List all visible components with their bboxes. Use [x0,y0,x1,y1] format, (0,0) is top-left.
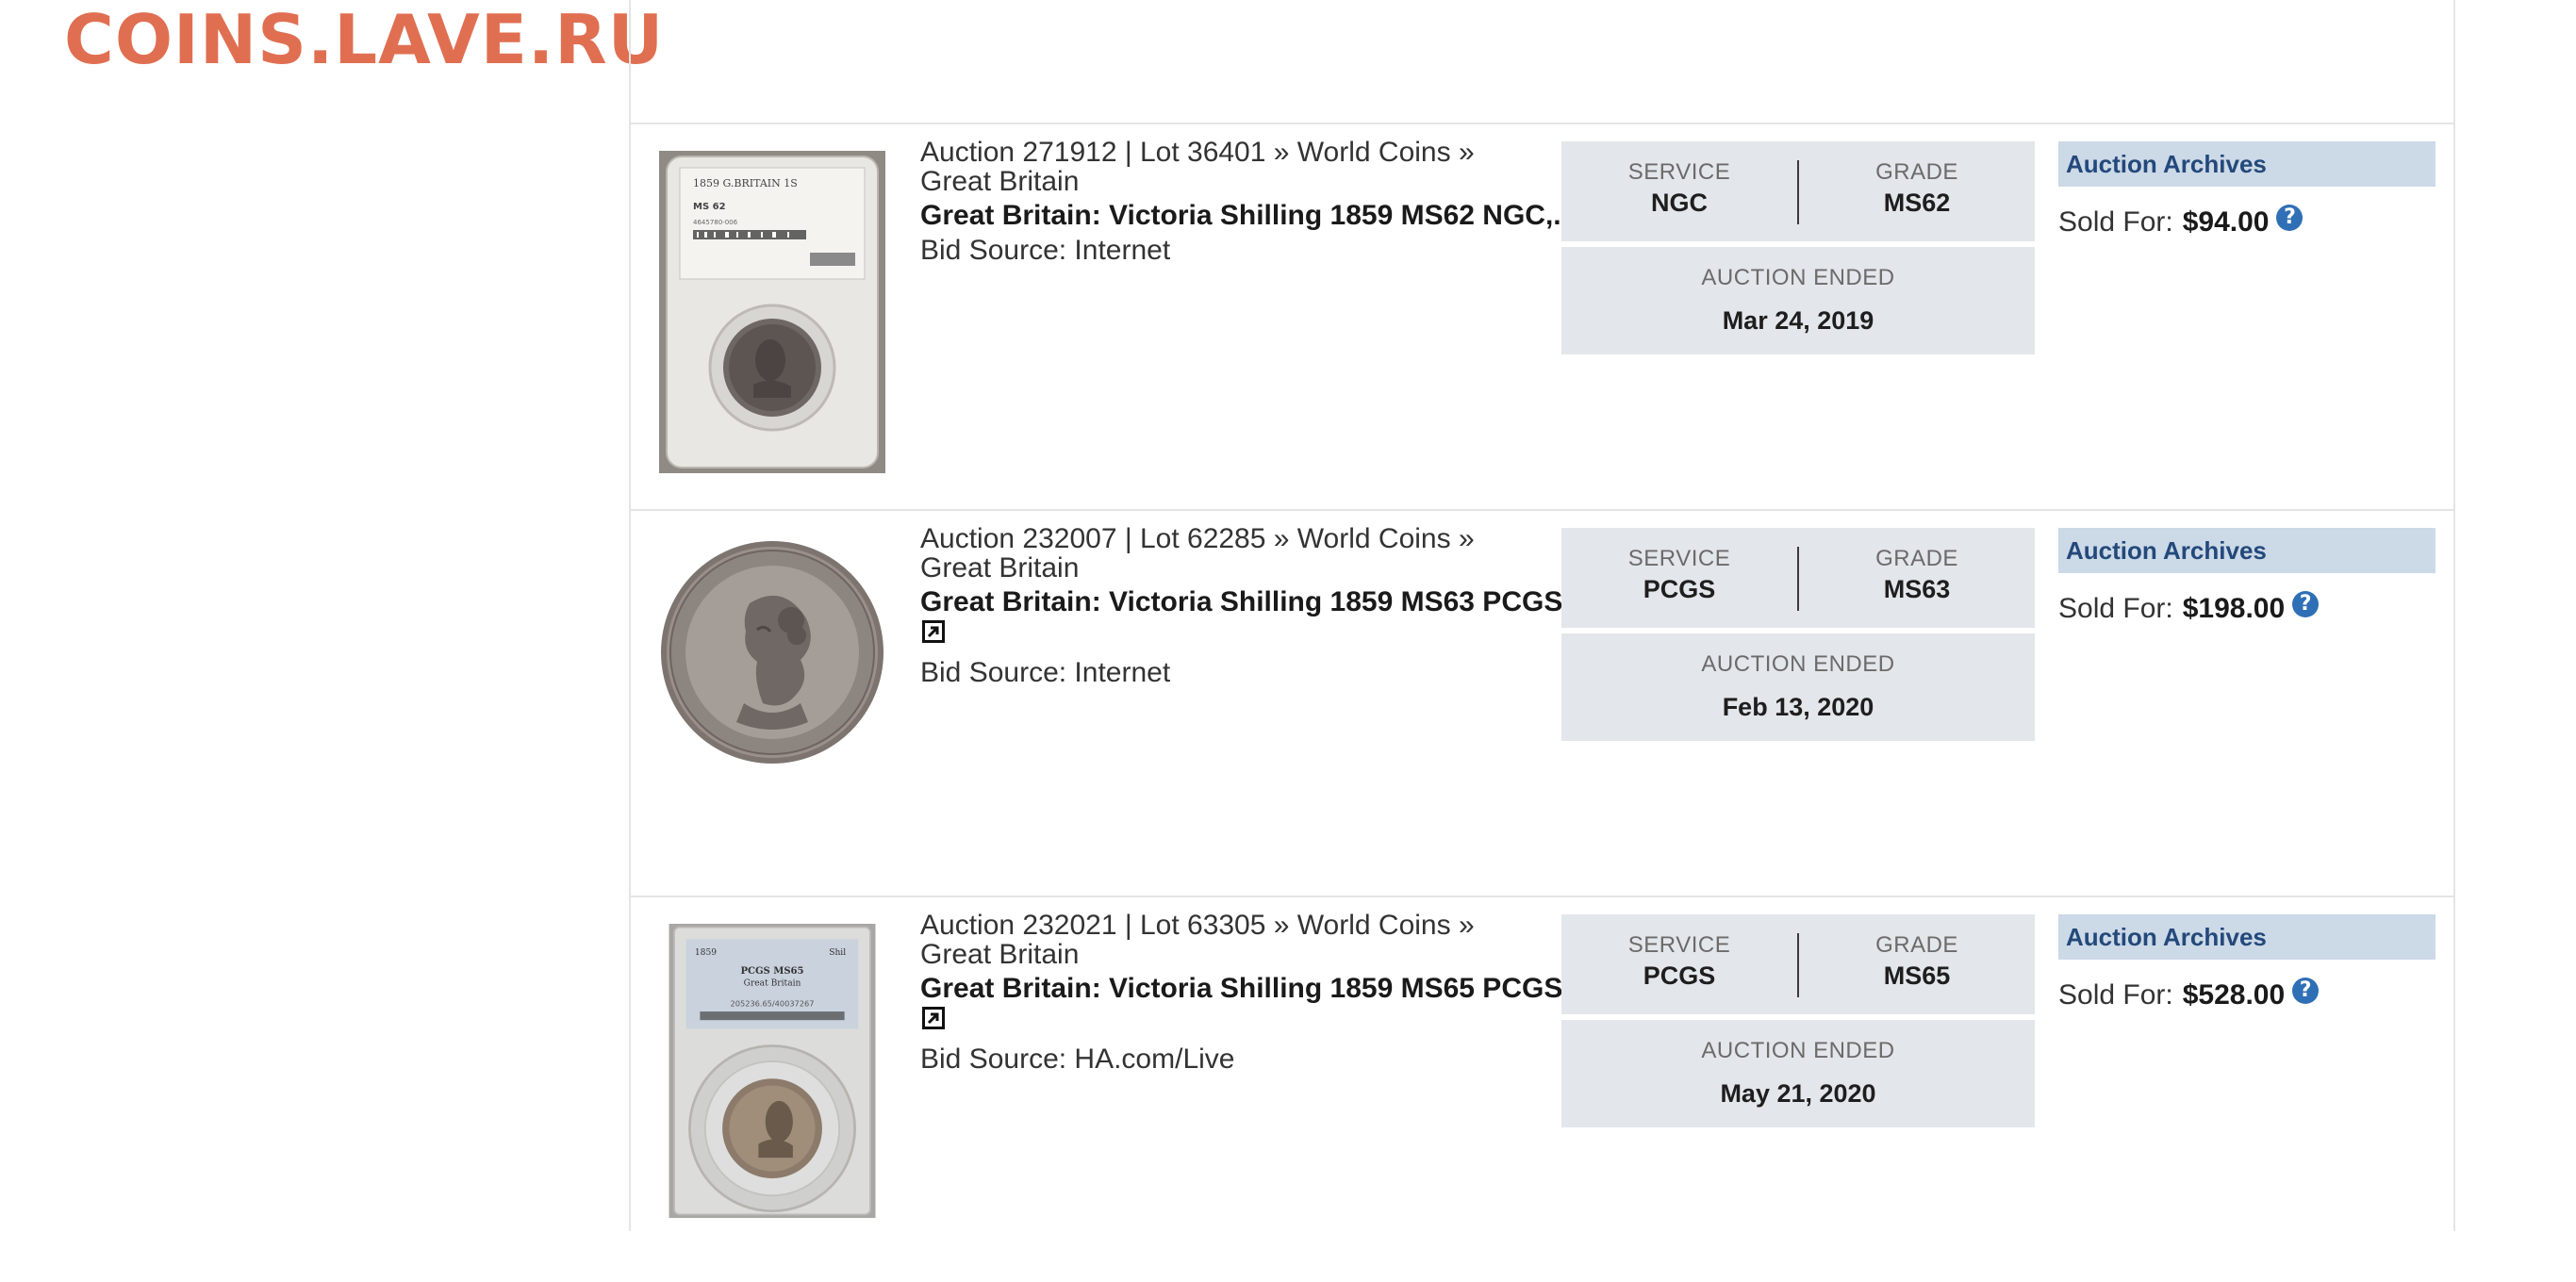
coin-slab-image[interactable]: 1859 Shil PCGS MS65 Great Britain 205236… [659,924,885,1218]
service-column: SERVICE NGC [1561,141,1797,241]
sold-price: $198.00 [2182,593,2286,624]
grade-value: MS63 [1883,575,1951,603]
service-label: SERVICE [1627,546,1731,571]
coin-image[interactable] [659,537,885,768]
service-column: SERVICE PCGS [1561,914,1797,1014]
external-link-line [920,620,1543,656]
grade-value: MS62 [1883,189,1951,217]
service-grade-box: SERVICE PCGS GRADE MS65 [1561,914,2035,1014]
grade-value: MS65 [1883,962,1951,990]
service-value: NGC [1651,189,1708,217]
grade-column: GRADE MS63 [1799,528,2035,628]
listing-breadcrumb[interactable]: Auction 271912 | Lot 36401 » World Coins… [920,138,1543,196]
external-link-icon[interactable] [922,1007,945,1029]
grade-label: GRADE [1875,159,1958,185]
service-grade-box: SERVICE PCGS GRADE MS63 [1561,528,2035,628]
listing-title[interactable]: Great Britain: Victoria Shilling 1859 MS… [920,971,1594,1007]
auction-ended-box: AUCTION ENDED Feb 13, 2020 [1561,633,2035,741]
sold-for: Sold For: $198.00? [2058,590,2320,628]
slab-grade-text: MS 62 [693,202,726,212]
grade-column: GRADE MS65 [1799,914,2035,1014]
sold-price: $94.00 [2182,206,2270,238]
bid-source: Bid Source: HA.com/Live [920,1044,1235,1075]
grade-label: GRADE [1875,932,1958,958]
auction-archives-tag: Auction Archives [2058,914,2436,960]
external-link-line [920,1007,1543,1043]
listing-info: Auction 271912 | Lot 36401 » World Coins… [920,138,1611,268]
auction-ended-date: Mar 24, 2019 [1722,306,1874,335]
bid-source: Bid Source: Internet [920,657,1171,688]
service-label: SERVICE [1627,159,1731,185]
listing-row: 1859 G.BRITAIN 1S MS 62 4645780-006 Auct… [631,123,2453,509]
slab-label-text: 1859 G.BRITAIN 1S [693,177,798,189]
auction-ended-date: May 21, 2020 [1720,1079,1876,1108]
external-link-icon[interactable] [922,620,945,643]
bid-source: Bid Source: Internet [920,235,1171,266]
slab-country-text: Great Britain [744,979,801,989]
sold-label: Sold For: [2058,206,2173,238]
listing-breadcrumb[interactable]: Auction 232007 | Lot 62285 » World Coins… [920,524,1543,583]
service-column: SERVICE PCGS [1561,528,1797,628]
service-value: PCGS [1643,962,1716,990]
sold-label: Sold For: [2058,979,2173,1011]
grade-column: GRADE MS62 [1799,141,2035,241]
slab-denom-text: Shil [829,948,846,958]
results-panel: 1859 G.BRITAIN 1S MS 62 4645780-006 Auct… [629,0,2455,1231]
listing-info: Auction 232007 | Lot 62285 » World Coins… [920,524,1594,690]
listing-title[interactable]: Great Britain: Victoria Shilling 1859 MS… [920,584,1594,620]
listing-title[interactable]: Great Britain: Victoria Shilling 1859 MS… [920,198,1611,234]
help-icon[interactable]: ? [2292,978,2320,1004]
auction-ended-box: AUCTION ENDED Mar 24, 2019 [1561,247,2035,354]
listing-title-text[interactable]: Great Britain: Victoria Shilling 1859 MS… [920,198,1577,234]
listing-info: Auction 232021 | Lot 63305 » World Coins… [920,911,1594,1077]
slab-grade-text: PCGS MS65 [740,966,803,977]
site-logo[interactable]: COINS.LAVE.RU [64,0,664,79]
listing-breadcrumb[interactable]: Auction 232021 | Lot 63305 » World Coins… [920,911,1543,969]
auction-ended-date: Feb 13, 2020 [1722,693,1874,721]
auction-archives-tag: Auction Archives [2058,141,2436,187]
coin-slab-image[interactable]: 1859 G.BRITAIN 1S MS 62 4645780-006 [659,151,885,473]
help-icon[interactable]: ? [2292,591,2320,617]
auction-archives-tag: Auction Archives [2058,528,2436,573]
slab-cert-text: 205236.65/40037267 [731,999,815,1009]
auction-ended-label: AUCTION ENDED [1701,1038,1895,1063]
listing-row: Auction 232007 | Lot 62285 » World Coins… [631,509,2453,896]
auction-ended-label: AUCTION ENDED [1701,651,1895,677]
service-label: SERVICE [1627,932,1731,958]
service-grade-box: SERVICE NGC GRADE MS62 [1561,141,2035,241]
grade-label: GRADE [1875,546,1958,571]
sold-label: Sold For: [2058,593,2173,624]
listing-row: 1859 Shil PCGS MS65 Great Britain 205236… [631,896,2453,1282]
help-icon[interactable]: ? [2276,205,2304,231]
auction-ended-label: AUCTION ENDED [1701,265,1895,290]
sold-for: Sold For: $94.00? [2058,204,2304,241]
slab-cert-text: 4645780-006 [693,219,738,226]
sold-price: $528.00 [2182,979,2286,1011]
auction-ended-box: AUCTION ENDED May 21, 2020 [1561,1020,2035,1127]
service-value: PCGS [1643,575,1716,603]
sold-for: Sold For: $528.00? [2058,977,2320,1014]
slab-year-text: 1859 [695,948,717,958]
